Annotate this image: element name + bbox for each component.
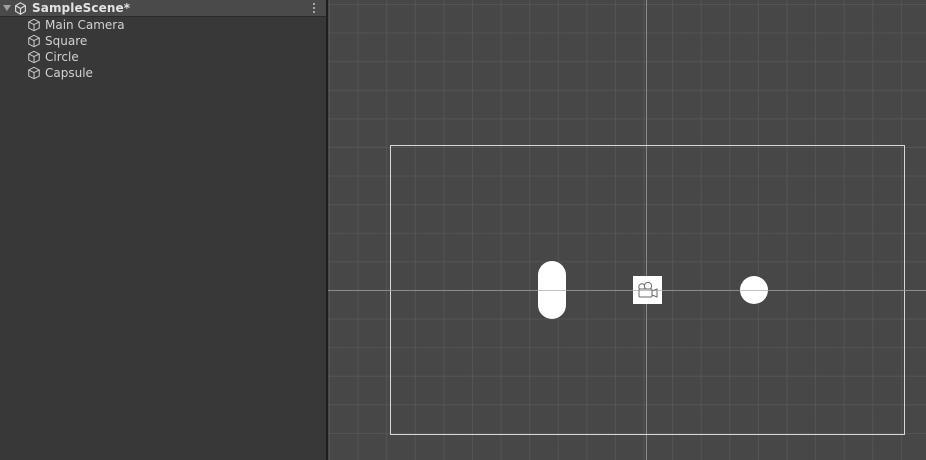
hierarchy-item-square[interactable]: Square — [0, 33, 326, 49]
hierarchy-item-label: Main Camera — [45, 18, 125, 32]
cube-icon — [27, 18, 41, 32]
hierarchy-item-main-camera[interactable]: Main Camera — [0, 17, 326, 33]
hierarchy-item-label: Circle — [45, 50, 79, 64]
grid-axis-overlay — [328, 290, 926, 291]
scene-view[interactable] — [328, 0, 926, 460]
scene-title: SampleScene* — [32, 1, 131, 15]
hierarchy-item-label: Capsule — [45, 66, 93, 80]
hierarchy-item-circle[interactable]: Circle — [0, 49, 326, 65]
scene-header-row[interactable]: SampleScene* — [0, 0, 326, 17]
hierarchy-item-label: Square — [45, 34, 88, 48]
kebab-menu-icon[interactable] — [308, 1, 320, 15]
cube-icon — [27, 50, 41, 64]
hierarchy-list: Main Camera Square Circle Capsule — [0, 17, 326, 81]
foldout-arrow-icon[interactable] — [3, 5, 11, 11]
cube-icon — [27, 66, 41, 80]
hierarchy-panel: SampleScene* Main Camera Square Circle C… — [0, 0, 326, 460]
hierarchy-item-capsule[interactable]: Capsule — [0, 65, 326, 81]
unity-editor: SampleScene* Main Camera Square Circle C… — [0, 0, 926, 460]
cube-icon — [27, 34, 41, 48]
unity-logo-icon — [14, 1, 27, 15]
